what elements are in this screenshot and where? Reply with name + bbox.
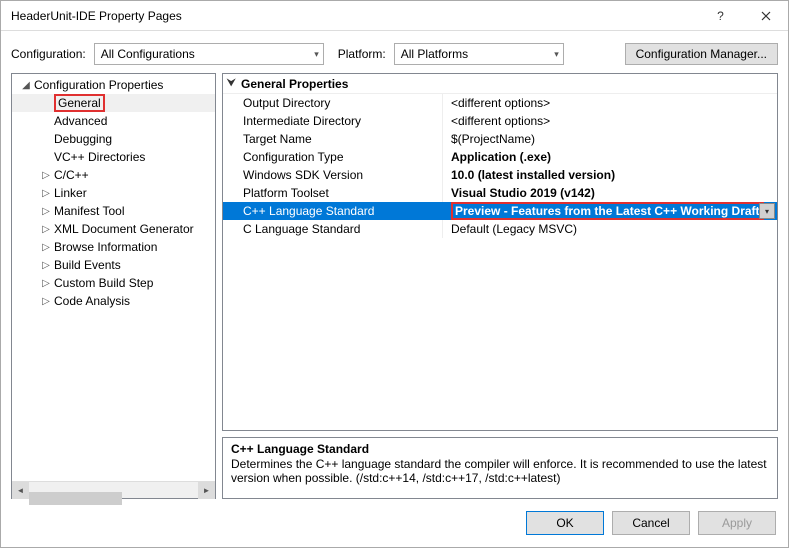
tree-item[interactable]: ▷C/C++ [12,166,215,184]
grid-value[interactable]: Application (.exe) [443,148,777,166]
grid-row[interactable]: C Language StandardDefault (Legacy MSVC) [223,220,777,238]
tree-item[interactable]: ▷Code Analysis [12,292,215,310]
expand-icon[interactable]: ▷ [40,242,52,253]
scroll-left-icon[interactable]: ◄ [12,482,29,499]
expand-icon[interactable]: ▷ [40,170,52,181]
grid-key: Windows SDK Version [223,166,443,184]
grid-value[interactable]: 10.0 (latest installed version) [443,166,777,184]
tree-item-label: Debugging [52,132,112,146]
tree-panel: ◢ Configuration Properties General Advanc… [11,73,216,499]
ok-button[interactable]: OK [526,511,604,535]
configuration-label: Configuration: [11,47,86,61]
grid-key: Output Directory [223,94,443,112]
content-area: ◢ Configuration Properties General Advanc… [1,73,788,499]
tree[interactable]: ◢ Configuration Properties General Advanc… [12,74,215,481]
cancel-button[interactable]: Cancel [612,511,690,535]
grid-key: C Language Standard [223,220,443,238]
configuration-combo[interactable]: All Configurations ▾ [94,43,324,65]
grid-key: C++ Language Standard [223,202,443,220]
tree-item[interactable]: ▷Build Events [12,256,215,274]
expand-icon[interactable]: ▷ [40,206,52,217]
grid-key: Configuration Type [223,148,443,166]
tree-item-label: Linker [52,186,87,200]
tree-item-label: XML Document Generator [52,222,194,236]
tree-item-label: Build Events [52,258,121,272]
tree-item[interactable]: ▷XML Document Generator [12,220,215,238]
dialog-buttons: OK Cancel Apply [1,499,788,547]
tree-item[interactable]: ▷Manifest Tool [12,202,215,220]
configuration-value: All Configurations [101,47,195,61]
scroll-right-icon[interactable]: ► [198,482,215,499]
platform-label: Platform: [338,47,386,61]
tree-item[interactable]: Debugging [12,130,215,148]
grid-value[interactable]: Visual Studio 2019 (v142) [443,184,777,202]
scroll-thumb[interactable] [29,492,122,505]
expand-icon[interactable]: ▷ [40,260,52,271]
grid-category-header[interactable]: ⮟ General Properties [223,74,777,94]
platform-combo[interactable]: All Platforms ▾ [394,43,564,65]
grid-key: Intermediate Directory [223,112,443,130]
tree-item-label: General [52,94,105,112]
grid-value[interactable]: Default (Legacy MSVC) [443,220,777,238]
grid-row[interactable]: Output Directory<different options> [223,94,777,112]
grid-key: Target Name [223,130,443,148]
expand-icon[interactable]: ▷ [40,224,52,235]
description-title: C++ Language Standard [231,442,769,456]
tree-item[interactable]: ▷Linker [12,184,215,202]
collapse-icon[interactable]: ⮟ [227,78,241,89]
tree-item-label: Code Analysis [52,294,130,308]
tree-item-label: Manifest Tool [52,204,124,218]
property-grid: ⮟ General Properties Output Directory<di… [222,73,778,431]
grid-row[interactable]: Target Name$(ProjectName) [223,130,777,148]
tree-item-label: Advanced [52,114,107,128]
apply-button: Apply [698,511,776,535]
titlebar: HeaderUnit-IDE Property Pages ? [1,1,788,31]
tree-item[interactable]: ▷Custom Build Step [12,274,215,292]
tree-root[interactable]: ◢ Configuration Properties [12,76,215,94]
expand-icon[interactable]: ▷ [40,296,52,307]
tree-item[interactable]: General [12,94,215,112]
grid-row[interactable]: Intermediate Directory<different options… [223,112,777,130]
tree-item-label: Browse Information [52,240,157,254]
tree-item-label: VC++ Directories [52,150,145,164]
horizontal-scrollbar[interactable]: ◄ ► [12,481,215,498]
chevron-down-icon: ▾ [314,49,319,60]
dropdown-button[interactable]: ▾ [759,203,775,219]
description-panel: C++ Language Standard Determines the C++… [222,437,778,499]
tree-item[interactable]: Advanced [12,112,215,130]
right-panel: ⮟ General Properties Output Directory<di… [222,73,778,499]
grid-row[interactable]: C++ Language StandardPreview - Features … [223,202,777,220]
description-body: Determines the C++ language standard the… [231,457,769,485]
grid-value[interactable]: $(ProjectName) [443,130,777,148]
tree-item-label: C/C++ [52,168,89,182]
tree-item[interactable]: VC++ Directories [12,148,215,166]
close-icon [761,11,771,21]
grid-value[interactable]: <different options> [443,112,777,130]
chevron-down-icon: ▾ [554,49,559,60]
grid-value[interactable]: Preview - Features from the Latest C++ W… [443,202,777,220]
grid-row[interactable]: Configuration TypeApplication (.exe) [223,148,777,166]
grid-body: Output Directory<different options>Inter… [223,94,777,430]
collapse-icon[interactable]: ◢ [20,80,32,91]
expand-icon[interactable]: ▷ [40,278,52,289]
tree-item[interactable]: ▷Browse Information [12,238,215,256]
property-pages-dialog: HeaderUnit-IDE Property Pages ? Configur… [0,0,789,548]
platform-value: All Platforms [401,47,468,61]
help-button[interactable]: ? [698,1,743,31]
grid-value[interactable]: <different options> [443,94,777,112]
configuration-manager-button[interactable]: Configuration Manager... [625,43,778,65]
close-button[interactable] [743,1,788,31]
window-title: HeaderUnit-IDE Property Pages [11,9,698,23]
expand-icon[interactable]: ▷ [40,188,52,199]
toolbar: Configuration: All Configurations ▾ Plat… [1,31,788,73]
grid-row[interactable]: Windows SDK Version10.0 (latest installe… [223,166,777,184]
grid-row[interactable]: Platform ToolsetVisual Studio 2019 (v142… [223,184,777,202]
tree-item-label: Custom Build Step [52,276,153,290]
grid-key: Platform Toolset [223,184,443,202]
